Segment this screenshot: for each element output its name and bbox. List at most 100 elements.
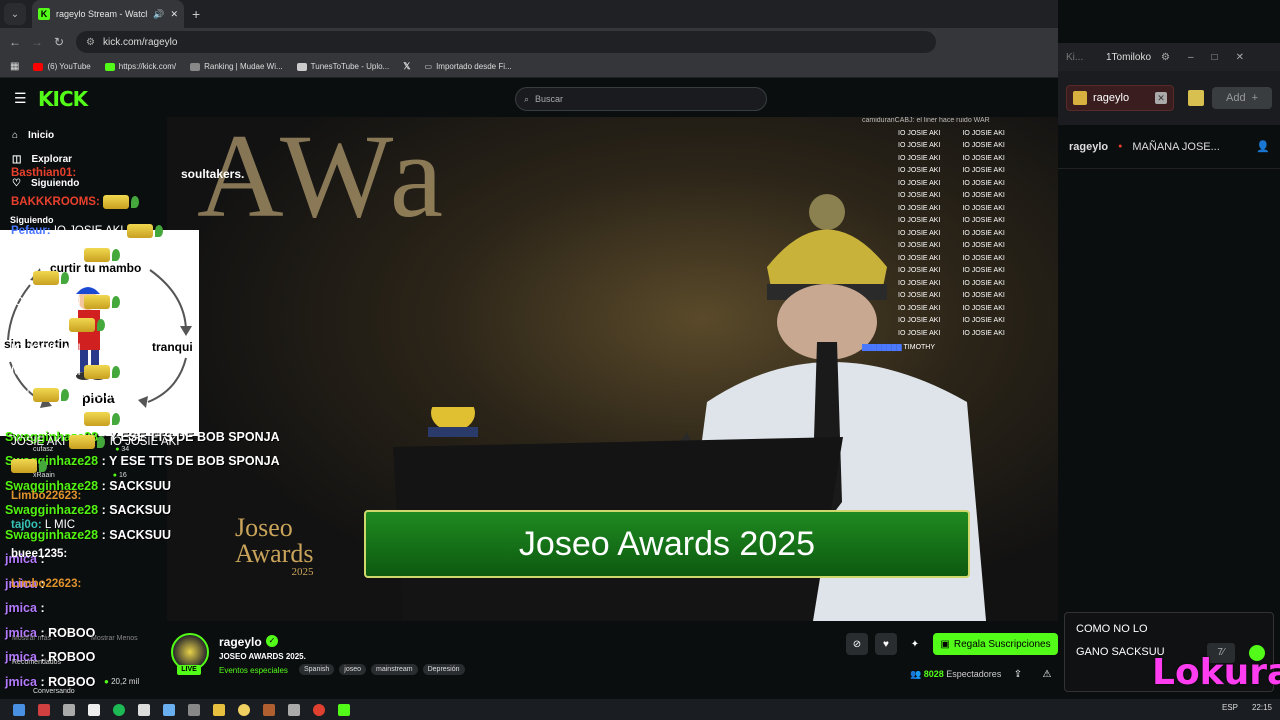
bookmark-x[interactable]: 𝕏	[403, 61, 410, 72]
emote-icon[interactable]	[1188, 90, 1204, 106]
bookmark-kick[interactable]: https://kick.com/	[104, 62, 176, 71]
overlay-chat-line: IO JOSIE AKI IO JOSIE AKI	[898, 292, 1005, 299]
viewers-icon: 👥	[910, 669, 922, 679]
tab-title: rageylo Stream - Watch Liv	[56, 9, 147, 19]
account-name[interactable]: 1Tomiloko	[1106, 52, 1151, 63]
user-icon[interactable]: 👤	[1256, 140, 1270, 153]
speaker-icon[interactable]: 🔊	[153, 9, 164, 20]
report-icon[interactable]: ⚠	[1036, 663, 1058, 685]
overlay-chat-line: IO JOSIE AKI IO JOSIE AKI	[898, 254, 1005, 262]
overlay-chat-line: IO JOSIE AKI IO JOSIE AKI	[898, 142, 1005, 149]
spotify-icon[interactable]	[113, 703, 125, 716]
emote-icon	[83, 294, 110, 309]
overlay-chat-message: jmica : ROBOO	[5, 675, 96, 689]
close-tab-icon[interactable]: ✕	[170, 9, 178, 20]
pinned-message[interactable]: MAÑANA JOSE...	[1132, 141, 1219, 153]
banner-title: Joseo Awards 2025	[518, 524, 816, 563]
viewer-count: ● 20,2 mil	[104, 677, 140, 686]
lokura-watermark: Lokura	[1152, 652, 1280, 693]
share-icon[interactable]: ⇪	[1007, 663, 1029, 685]
url-text: kick.com/rageylo	[102, 36, 178, 48]
url-field[interactable]: ⚙ kick.com/rageylo	[76, 31, 936, 53]
chrome-icon[interactable]	[313, 703, 325, 716]
tag-chip[interactable]: Depresión	[422, 664, 465, 675]
leaf-emote-icon	[111, 365, 120, 378]
tag-chip[interactable]: joseo	[339, 664, 367, 675]
menu-icon[interactable]: ☰	[14, 90, 27, 107]
overlay-chat-line: IO JOSIE AKI IO JOSIE AKI	[898, 204, 1005, 212]
start-icon[interactable]	[13, 703, 25, 716]
tag-chip[interactable]: mainstream	[371, 664, 418, 675]
extension-titlebar: Ki... 1Tomiloko ⚙ –□✕	[1058, 43, 1280, 71]
channel-name[interactable]: rageylo	[219, 635, 262, 649]
tag-chip[interactable]: Spanish	[299, 664, 335, 675]
app-icon[interactable]	[238, 703, 250, 716]
tab-search-icon[interactable]: ⌄	[4, 3, 26, 25]
app-icon[interactable]	[188, 703, 200, 716]
overlay-chat-line: IO JOSIE AKI IO JOSIE AKI	[898, 154, 1005, 162]
stream-category[interactable]: Eventos especiales	[219, 666, 288, 675]
clock[interactable]: 22:15	[1252, 703, 1272, 712]
app-icon[interactable]	[288, 703, 300, 716]
forward-icon[interactable]: →	[26, 35, 48, 49]
search-input[interactable]: ⌕ Buscar	[515, 87, 767, 111]
show-more-link[interactable]: Mostrar más	[12, 635, 51, 642]
app-icon[interactable]	[263, 703, 275, 716]
language-indicator[interactable]: ESP	[1222, 703, 1238, 712]
chat-message-continuation: JOSIE AKI IO JOSIE AKI	[11, 435, 180, 450]
x-icon: 𝕏	[403, 61, 411, 71]
app-icon[interactable]	[88, 703, 100, 716]
add-button[interactable]: Add +	[1212, 87, 1272, 109]
sparkle-icon[interactable]: ✦	[904, 633, 926, 655]
emote-icon	[126, 223, 153, 238]
search-icon: ⌕	[524, 93, 530, 104]
chat-message-continuation: JOSIE AKI IO JOSIE AKI	[11, 318, 180, 333]
kick-taskbar-icon[interactable]	[338, 703, 350, 716]
chat-message: taj0o: L MIC	[11, 519, 76, 531]
app-icon[interactable]	[163, 703, 175, 716]
notifications-off-icon[interactable]: ⊘	[846, 633, 868, 655]
kick-logo[interactable]: KICK	[38, 87, 88, 111]
kick-tab-icon[interactable]: Ki...	[1066, 52, 1094, 63]
bookmark-youtube[interactable]: (6) YouTube	[33, 62, 91, 71]
show-less-link[interactable]: Mostrar Menos	[91, 635, 138, 642]
back-icon[interactable]: ←	[4, 35, 26, 49]
window-controls[interactable]: –□✕	[1188, 52, 1262, 63]
emote-icon	[68, 318, 95, 333]
browser-tabbar: ⌄ K rageylo Stream - Watch Liv 🔊 ✕ +	[0, 0, 1058, 28]
gear-icon[interactable]: ⚙	[1161, 52, 1170, 63]
bookmark-folder[interactable]: ▭ Importado desde Fi...	[425, 62, 512, 71]
bookmark-tunestotube[interactable]: TunesToTube - Uplo...	[296, 62, 389, 71]
close-icon[interactable]: ✕	[1155, 92, 1167, 104]
follow-heart-icon[interactable]: ♥	[875, 633, 897, 655]
gift-subscriptions-button[interactable]: ▣ Regala Suscripciones	[933, 633, 1058, 655]
leaf-emote-icon	[60, 389, 69, 402]
apps-icon[interactable]: ▦	[10, 61, 19, 72]
bookmark-mudae[interactable]: Ranking | Mudae Wi...	[190, 62, 283, 71]
sidebar-item-inicio[interactable]: ⌂ Inicio	[0, 123, 167, 147]
overlay-chat-line: IO JOSIE AKI IO JOSIE AKI	[898, 229, 1005, 237]
overlay-chat-line: ████████ TIMOTHY	[862, 344, 936, 351]
emote-icon	[83, 364, 110, 379]
browser-tab[interactable]: K rageylo Stream - Watch Liv 🔊 ✕	[32, 0, 184, 28]
chat-message: Limbo22623:	[11, 578, 82, 590]
app-icon[interactable]	[38, 703, 50, 716]
viewer-count-display: 👥 8028 Espectadores	[910, 669, 1002, 679]
app-icon[interactable]	[63, 703, 75, 716]
reload-icon[interactable]: ↻	[48, 35, 70, 49]
chat-message-continuation: IO JOSIE AKI IO JOSIE	[11, 247, 174, 262]
emote-icon	[83, 247, 110, 262]
tunestotube-icon	[296, 62, 307, 71]
new-tab-icon[interactable]: +	[192, 6, 200, 22]
emote-icon	[68, 435, 95, 450]
conversando-label: Conversando	[33, 688, 75, 695]
app-icon[interactable]	[138, 703, 150, 716]
site-info-icon[interactable]: ⚙	[86, 37, 95, 48]
overlay-chat-line: IO JOSIE AKI IO JOSIE AKI	[898, 192, 1005, 199]
channel-chip[interactable]: rageylo ✕	[1066, 85, 1174, 111]
stream-title: JOSEO AWARDS 2025.	[219, 652, 306, 661]
chat-message: Basthian01:	[11, 167, 77, 179]
leaf-emote-icon	[154, 224, 163, 237]
folder-icon[interactable]	[213, 703, 225, 716]
chat-message-continuation: IO JOSIE AKI IO	[11, 411, 138, 426]
